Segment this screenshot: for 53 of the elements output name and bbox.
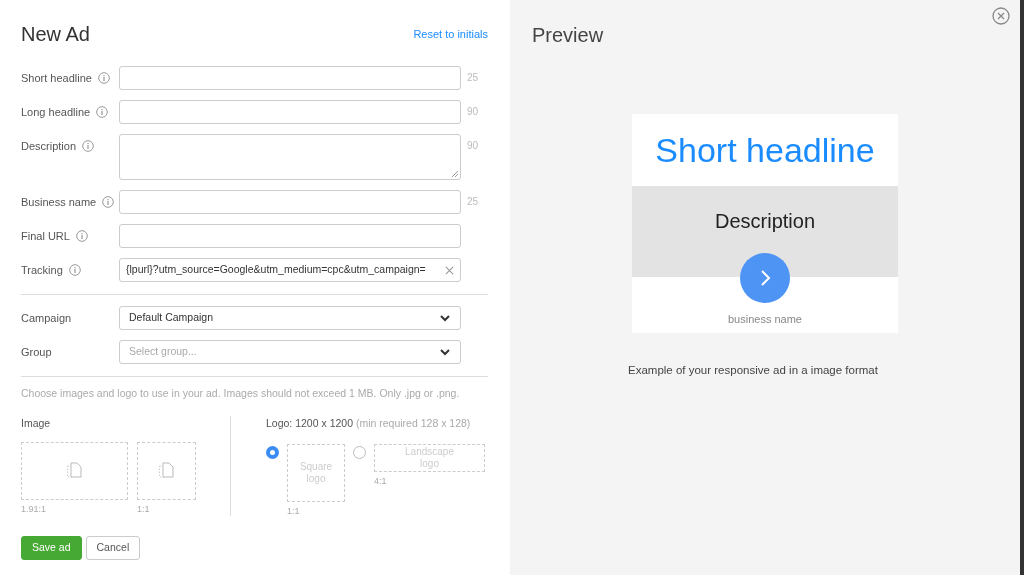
section-label: Image xyxy=(21,415,52,431)
close-icon[interactable] xyxy=(992,7,1010,25)
info-icon[interactable] xyxy=(68,264,81,276)
char-counter: 90 xyxy=(467,105,479,119)
chevron-down-icon xyxy=(439,312,451,324)
info-icon[interactable] xyxy=(82,140,95,152)
input-field[interactable] xyxy=(119,100,461,124)
char-counter: 25 xyxy=(467,71,479,85)
reset-link[interactable]: Reset to initials xyxy=(413,25,488,43)
hint-text: Choose images and logo to use in your ad. Images should not exceed 1 MB. Only .jpg or .png. xyxy=(21,386,461,401)
section-label: Logo: 1200 x 1200 (min required 128 x 128) xyxy=(266,415,472,431)
chevron-down-icon xyxy=(439,346,451,358)
char-counter: 25 xyxy=(467,195,479,209)
input-field[interactable]: {lpurl}?utm_source=Google&utm_medium=cpc&utm_campaign= xyxy=(119,258,461,282)
info-icon[interactable] xyxy=(96,106,109,118)
resize-handle-icon[interactable] xyxy=(452,171,458,177)
field-label: Campaign xyxy=(21,310,73,326)
preview-caption: Example of your responsive ad in a image format xyxy=(628,363,878,378)
preview-title: Preview xyxy=(532,23,604,48)
field-label: Tracking xyxy=(21,262,63,278)
char-counter: 90 xyxy=(467,139,479,153)
file-icon xyxy=(158,461,175,480)
save-button[interactable]: Save ad xyxy=(21,536,82,560)
field-label: Short headline xyxy=(21,70,92,86)
image-upload-slot[interactable] xyxy=(137,441,196,500)
info-icon[interactable] xyxy=(102,196,115,208)
dropdown[interactable]: Select group... xyxy=(119,340,461,364)
field-label: Business name xyxy=(21,194,97,210)
text-area[interactable] xyxy=(119,134,461,180)
clear-icon[interactable] xyxy=(445,265,454,275)
ad-headline: Short headline xyxy=(655,129,875,171)
field-label: Long headline xyxy=(21,104,91,120)
dropdown[interactable]: Default Campaign xyxy=(119,306,461,330)
file-icon xyxy=(66,461,83,480)
ratio-label: 1:1 xyxy=(287,504,301,518)
ratio-label: 4:1 xyxy=(374,474,388,488)
form-title: New Ad xyxy=(21,22,90,47)
arrow-button[interactable] xyxy=(740,253,790,303)
info-icon[interactable] xyxy=(75,230,88,242)
ratio-label: 1:1 xyxy=(137,502,151,516)
field-label: Group xyxy=(21,344,53,360)
field-label: Final URL xyxy=(21,228,70,244)
ad-business-name: business name xyxy=(728,312,802,327)
radio-button[interactable] xyxy=(266,445,279,459)
input-field[interactable] xyxy=(119,190,461,214)
input-field[interactable] xyxy=(119,224,461,248)
image-upload-slot[interactable] xyxy=(21,441,128,500)
ad-description: Description xyxy=(714,209,815,234)
info-icon[interactable] xyxy=(97,72,110,84)
cancel-button[interactable]: Cancel xyxy=(85,536,141,560)
field-label: Description xyxy=(21,138,77,154)
input-field[interactable] xyxy=(119,66,461,90)
ratio-label: 1.91:1 xyxy=(21,502,48,516)
